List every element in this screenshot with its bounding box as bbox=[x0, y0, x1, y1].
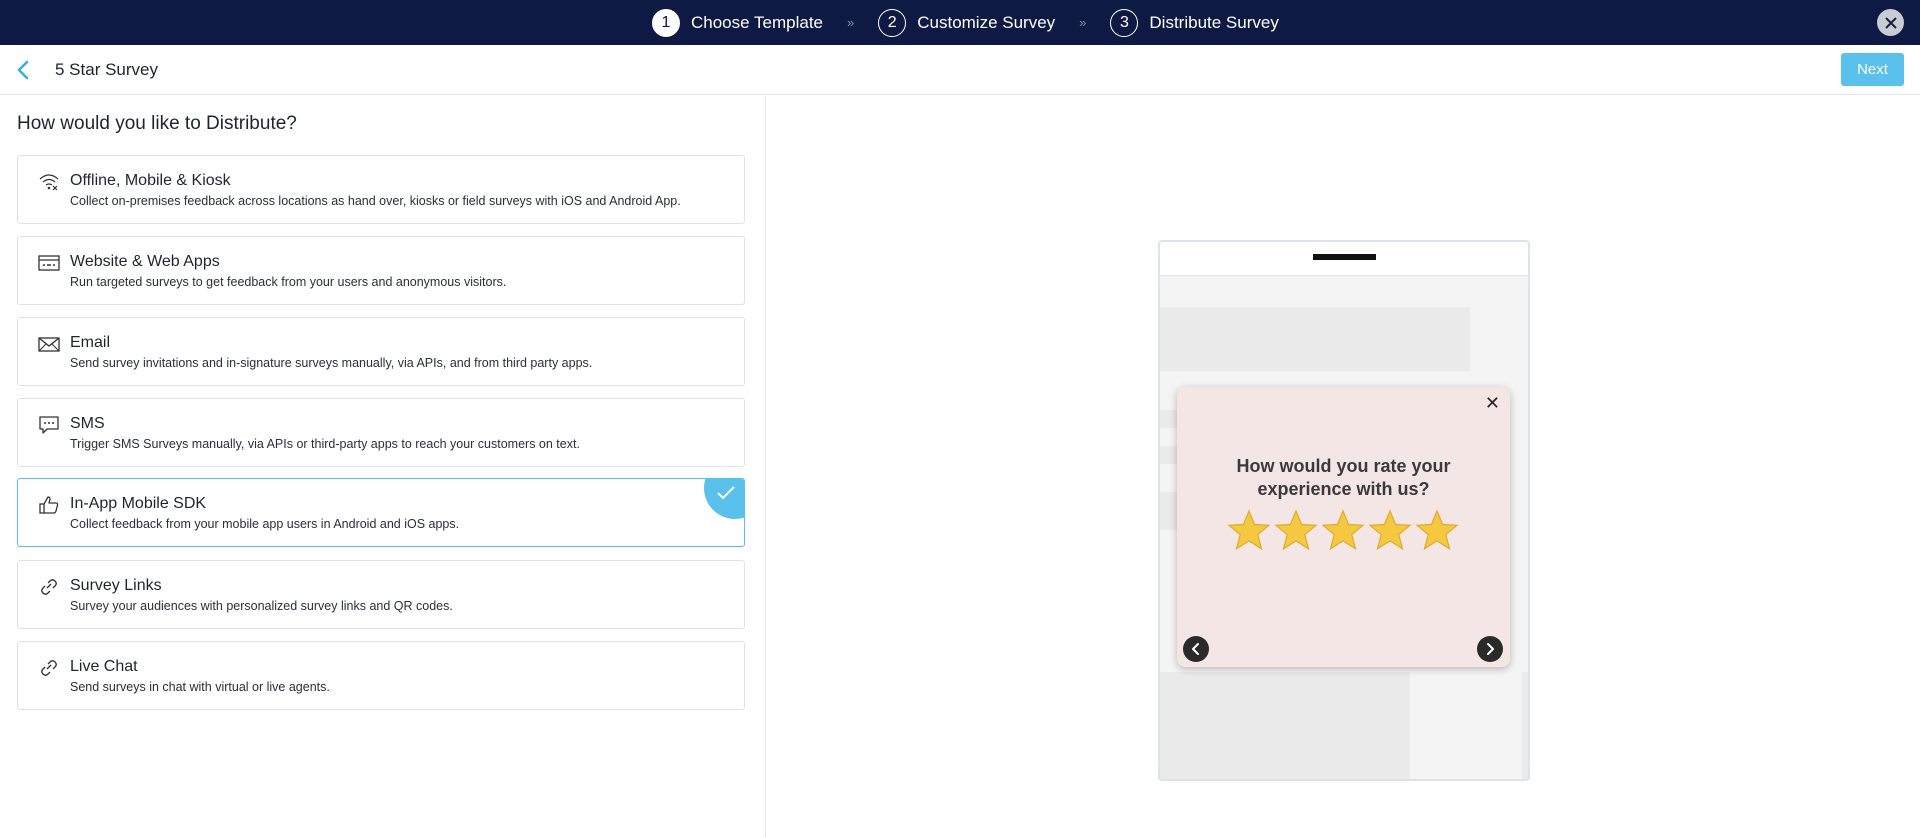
thumbs-up-icon bbox=[38, 495, 60, 515]
step-separator-icon: » bbox=[1079, 15, 1087, 30]
link-icon bbox=[38, 658, 60, 678]
option-description: Send survey invitations and in-signature… bbox=[70, 356, 593, 370]
option-title: Live Chat bbox=[70, 658, 138, 675]
option-title: Survey Links bbox=[70, 577, 162, 594]
back-button[interactable] bbox=[14, 59, 34, 81]
step-number: 1 bbox=[652, 8, 680, 37]
next-button[interactable]: Next bbox=[1841, 53, 1904, 86]
step-number: 3 bbox=[1110, 8, 1139, 37]
previous-button[interactable] bbox=[1183, 636, 1209, 662]
step-choose-template[interactable]: 1 Choose Template bbox=[652, 8, 823, 37]
survey-question: How would you rate your experience with … bbox=[1236, 456, 1451, 499]
option-description: Send surveys in chat with virtual or liv… bbox=[70, 680, 330, 694]
close-icon bbox=[1884, 16, 1897, 29]
star-icon[interactable] bbox=[1321, 509, 1365, 551]
star-rating bbox=[1227, 509, 1462, 551]
option-title: Email bbox=[70, 334, 111, 351]
next-question-button[interactable] bbox=[1477, 636, 1503, 662]
option-website-web-apps[interactable]: Website & Web Apps Run targeted surveys … bbox=[17, 236, 745, 305]
option-description: Survey your audiences with personalized … bbox=[70, 599, 453, 613]
envelope-icon bbox=[38, 334, 60, 354]
survey-header: 5 Star Survey Next bbox=[0, 45, 1920, 95]
option-survey-links[interactable]: Survey Links Survey your audiences with … bbox=[17, 560, 745, 629]
option-title: SMS bbox=[70, 415, 105, 432]
chevron-left-icon bbox=[17, 60, 29, 80]
browser-window-icon bbox=[38, 253, 60, 273]
placeholder-block bbox=[1522, 672, 1528, 779]
option-description: Collect feedback from your mobile app us… bbox=[70, 517, 460, 531]
chat-bubble-icon bbox=[38, 415, 60, 435]
phone-notch bbox=[1313, 254, 1376, 260]
option-sms[interactable]: SMS Trigger SMS Surveys manually, via AP… bbox=[17, 398, 745, 467]
placeholder-block bbox=[1160, 307, 1470, 371]
star-icon[interactable] bbox=[1274, 509, 1318, 551]
option-description: Collect on-premises feedback across loca… bbox=[70, 194, 681, 208]
option-in-app-mobile-sdk[interactable]: In-App Mobile SDK Collect feedback from … bbox=[17, 478, 745, 547]
star-icon[interactable] bbox=[1415, 509, 1459, 551]
popup-close-button[interactable]: ✕ bbox=[1485, 393, 1500, 414]
chevron-right-icon bbox=[1487, 643, 1494, 655]
step-number: 2 bbox=[878, 8, 907, 37]
step-separator-icon: » bbox=[847, 15, 855, 30]
placeholder-block bbox=[1160, 672, 1410, 779]
stepper: 1 Choose Template » 2 Customize Survey »… bbox=[652, 0, 1279, 45]
link-icon bbox=[38, 577, 60, 597]
wifi-off-icon bbox=[38, 172, 60, 192]
chevron-left-icon bbox=[1192, 643, 1199, 655]
distribution-options-panel: How would you like to Distribute? Offlin… bbox=[0, 96, 766, 838]
step-label: Choose Template bbox=[691, 12, 823, 32]
option-description: Trigger SMS Surveys manually, via APIs o… bbox=[70, 437, 580, 451]
option-title: Website & Web Apps bbox=[70, 253, 220, 270]
survey-title: 5 Star Survey bbox=[55, 60, 158, 79]
option-title: In-App Mobile SDK bbox=[70, 495, 207, 512]
survey-popup: ✕ How would you rate your experience wit… bbox=[1177, 387, 1510, 667]
option-offline-mobile-kiosk[interactable]: Offline, Mobile & Kiosk Collect on-premi… bbox=[17, 155, 745, 224]
option-description: Run targeted surveys to get feedback fro… bbox=[70, 275, 507, 289]
step-label: Customize Survey bbox=[917, 12, 1056, 32]
step-distribute-survey[interactable]: 3 Distribute Survey bbox=[1110, 8, 1279, 37]
phone-status-bar bbox=[1160, 242, 1528, 276]
star-icon[interactable] bbox=[1227, 509, 1271, 551]
checkmark-icon bbox=[716, 485, 736, 501]
step-label: Distribute Survey bbox=[1149, 12, 1279, 32]
option-live-chat[interactable]: Live Chat Send surveys in chat with virt… bbox=[17, 641, 745, 710]
section-heading: How would you like to Distribute? bbox=[17, 113, 297, 134]
step-customize-survey[interactable]: 2 Customize Survey bbox=[878, 8, 1056, 37]
close-button[interactable] bbox=[1877, 9, 1904, 36]
option-title: Offline, Mobile & Kiosk bbox=[70, 172, 231, 189]
top-stepper-bar: 1 Choose Template » 2 Customize Survey »… bbox=[0, 0, 1920, 45]
star-icon[interactable] bbox=[1368, 509, 1412, 551]
option-email[interactable]: Email Send survey invitations and in-sig… bbox=[17, 317, 745, 386]
